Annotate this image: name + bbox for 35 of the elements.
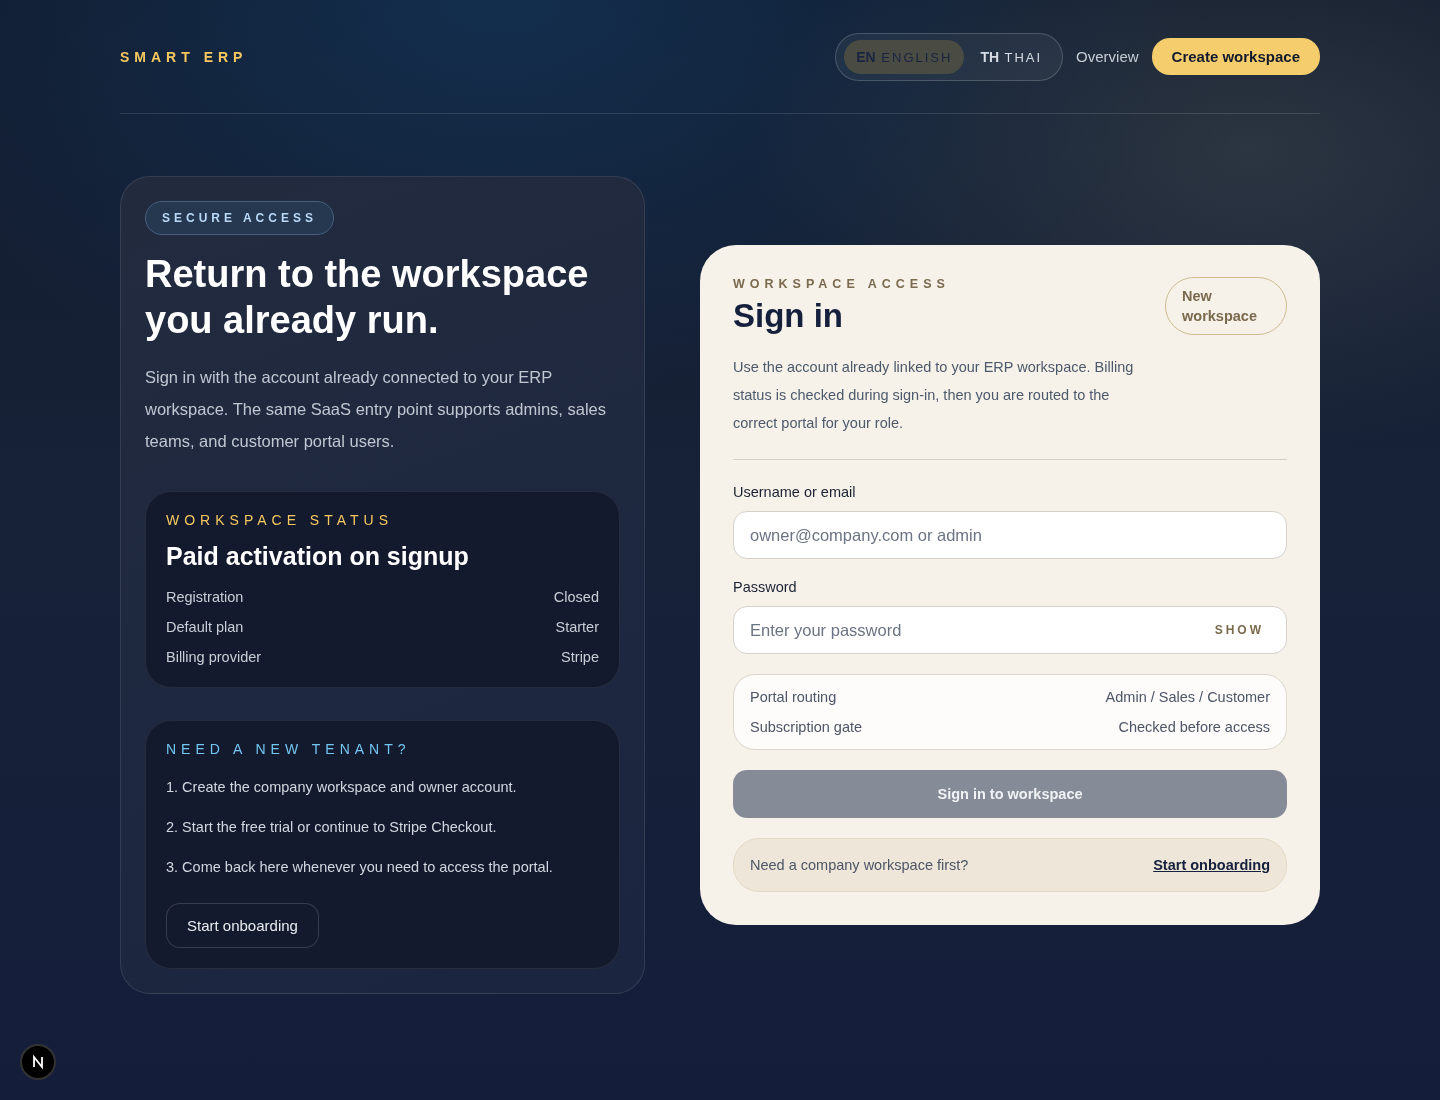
- onboarding-step: 3. Come back here whenever you need to access the portal.: [166, 859, 599, 875]
- status-value: Closed: [553, 589, 599, 605]
- status-eyebrow: WORKSPACE STATUS: [166, 512, 394, 528]
- onboarding-prompt: Need a company workspace first?: [750, 857, 969, 873]
- onboarding-step: 1. Create the company workspace and owner account.: [166, 779, 599, 795]
- brand-logo[interactable]: SMART ERP: [120, 48, 248, 65]
- intro-text: Sign in with the account already connected to your ERP workspace. The same SaaS entry point supports admins, sales teams, and customer portal users.: [145, 367, 607, 452]
- start-onboarding-link[interactable]: Start onboarding: [1153, 857, 1270, 873]
- status-label: Default plan: [166, 619, 244, 635]
- password-field[interactable]: Enter your password SHOW: [733, 606, 1287, 654]
- secure-access-badge: SECURE ACCESS: [145, 201, 334, 235]
- sign-in-title: Sign in: [733, 297, 844, 335]
- password-label: Password: [733, 579, 798, 595]
- show-password-button[interactable]: SHOW: [1208, 622, 1270, 638]
- status-label: Registration: [166, 589, 244, 605]
- start-onboarding-button[interactable]: Start onboarding: [166, 903, 319, 948]
- username-label: Username or email: [733, 484, 857, 500]
- status-value: Stripe: [561, 649, 599, 665]
- dev-tools-icon[interactable]: [20, 1044, 56, 1080]
- info-value: Checked before access: [1118, 719, 1270, 735]
- info-label: Portal routing: [750, 689, 837, 705]
- status-label: Billing provider: [166, 649, 262, 665]
- language-tab[interactable]: TH THAI: [968, 39, 1055, 74]
- tenant-eyebrow: NEED A NEW TENANT?: [166, 741, 412, 757]
- overview-link[interactable]: Overview: [1076, 48, 1139, 65]
- onboarding-step: 2. Start the free trial or continue to Stripe Checkout.: [166, 819, 599, 835]
- create-workspace-button[interactable]: Create workspace: [1151, 38, 1320, 75]
- info-label: Subscription gate: [750, 719, 863, 735]
- info-value: Admin / Sales / Customer: [1105, 689, 1270, 705]
- status-title: Paid activation on signup: [166, 542, 470, 571]
- username-field[interactable]: owner@company.com or admin: [733, 511, 1287, 559]
- sign-in-description: Use the account already linked to your ERP workspace. Billing status is checked during sign-in, then you are routed to the correct portal for your role.: [733, 358, 1135, 433]
- hero-title: Return to the workspace you already run.: [145, 252, 590, 343]
- status-value: Starter: [555, 619, 599, 635]
- access-eyebrow: WORKSPACE ACCESS: [733, 277, 951, 291]
